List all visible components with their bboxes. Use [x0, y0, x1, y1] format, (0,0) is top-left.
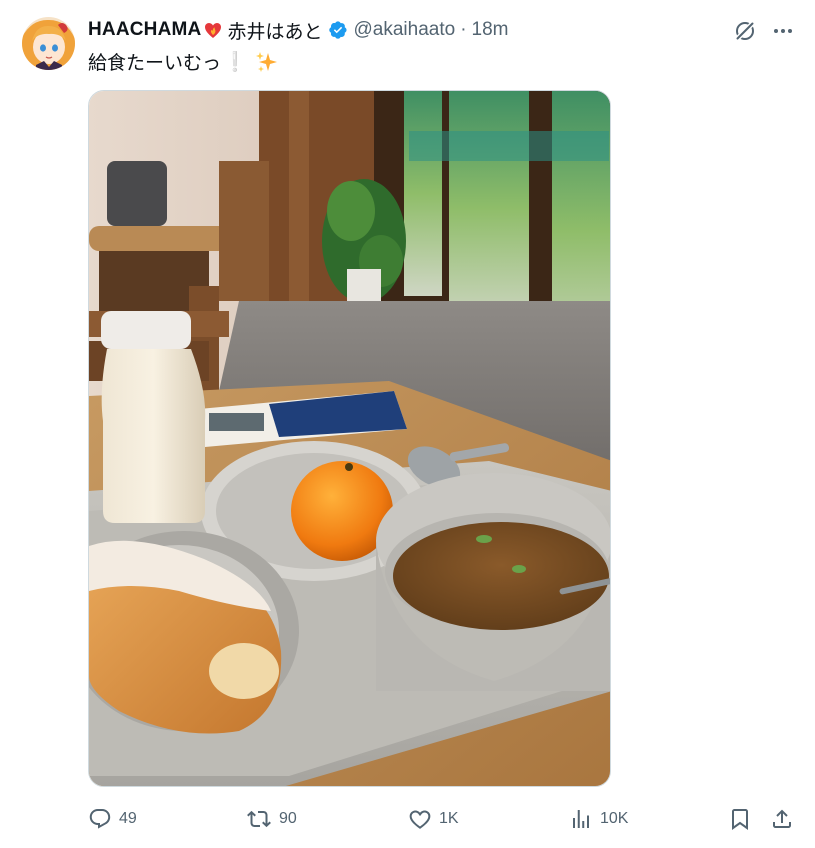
- action-bar: 49 90 1K 10K: [88, 804, 800, 834]
- display-name[interactable]: HAACHAMA: [88, 19, 201, 41]
- like-button[interactable]: 1K: [408, 804, 459, 834]
- more-icon[interactable]: [770, 19, 796, 43]
- like-icon: [408, 807, 432, 831]
- separator-dot: ·: [460, 19, 467, 40]
- share-button[interactable]: [770, 804, 794, 834]
- bookmark-icon: [728, 807, 752, 831]
- views-button[interactable]: 10K: [569, 804, 628, 834]
- tweet-text-body: 給食たーいむっ: [88, 53, 222, 74]
- reply-icon: [88, 807, 112, 831]
- timestamp[interactable]: 18m: [472, 19, 509, 41]
- repost-button[interactable]: 90: [246, 804, 297, 834]
- repost-icon: [246, 807, 272, 831]
- heart-fire-icon: [203, 20, 223, 40]
- handle[interactable]: @akaihaato: [354, 19, 456, 41]
- like-count: 1K: [439, 810, 459, 827]
- tweet-text: 給食たーいむっ ❕: [88, 48, 279, 75]
- repost-count: 90: [279, 810, 297, 827]
- reply-count: 49: [119, 810, 137, 827]
- verified-badge-icon: [328, 20, 348, 40]
- views-icon: [569, 807, 593, 831]
- bookmark-button[interactable]: [728, 804, 752, 834]
- reply-button[interactable]: 49: [88, 804, 137, 834]
- tweet-header: HAACHAMA 赤井はあと @akaihaato · 18m: [88, 17, 509, 43]
- tweet-photo[interactable]: [88, 90, 611, 787]
- grok-icon[interactable]: [733, 19, 757, 43]
- sparkles-icon: [255, 50, 279, 74]
- display-name-jp[interactable]: 赤井はあと: [227, 17, 322, 44]
- views-count: 10K: [600, 810, 629, 827]
- avatar[interactable]: [22, 17, 75, 70]
- exclamation-mark: ❕: [223, 51, 247, 73]
- share-icon: [770, 807, 794, 831]
